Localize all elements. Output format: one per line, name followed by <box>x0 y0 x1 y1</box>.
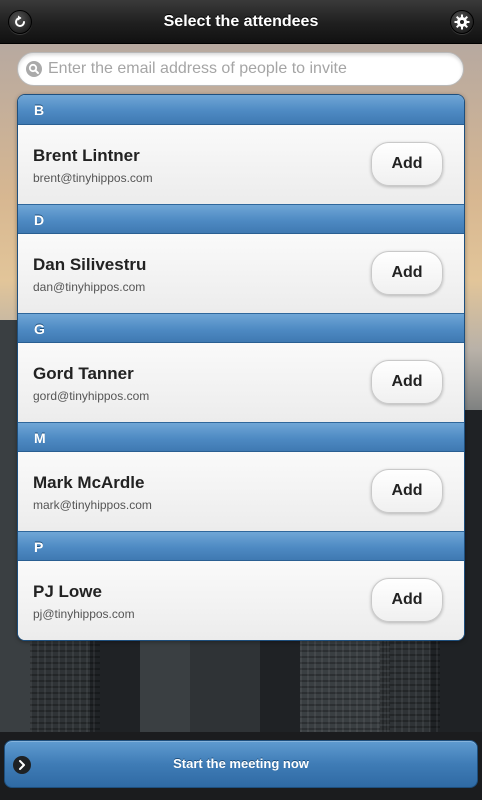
add-attendee-button[interactable]: Add <box>371 251 443 295</box>
attendee-name: PJ Lowe <box>33 582 102 601</box>
list-item: PJ Lowe pj@tinyhippos.com Add <box>18 561 464 640</box>
start-meeting-label: Start the meeting now <box>173 756 309 771</box>
gear-icon <box>454 14 470 30</box>
add-attendee-button[interactable]: Add <box>371 578 443 622</box>
app-screen: Select the attendees Enter the email add… <box>0 0 482 800</box>
add-attendee-button[interactable]: Add <box>371 142 443 186</box>
attendee-name: Brent Lintner <box>33 146 140 165</box>
search-bar <box>17 52 464 86</box>
attendee-name: Gord Tanner <box>33 364 134 383</box>
top-toolbar: Select the attendees <box>0 0 482 44</box>
list-divider-g: G <box>18 313 464 343</box>
search-icon <box>26 61 42 77</box>
add-attendee-button[interactable]: Add <box>371 469 443 513</box>
attendee-email: brent@tinyhippos.com <box>33 171 153 185</box>
list-item: Gord Tanner gord@tinyhippos.com Add <box>18 343 464 422</box>
list-item: Brent Lintner brent@tinyhippos.com Add <box>18 125 464 204</box>
settings-button[interactable] <box>450 10 474 34</box>
attendee-list: B Brent Lintner brent@tinyhippos.com Add… <box>17 94 465 641</box>
list-divider-b: B <box>18 95 464 125</box>
chevron-right-icon <box>13 756 31 774</box>
attendee-email: dan@tinyhippos.com <box>33 280 146 294</box>
list-divider-m: M <box>18 422 464 452</box>
start-meeting-button[interactable]: Start the meeting now <box>4 740 478 788</box>
attendee-email: pj@tinyhippos.com <box>33 607 135 621</box>
list-item: Dan Silivestru dan@tinyhippos.com Add <box>18 234 464 313</box>
attendee-name: Dan Silivestru <box>33 255 147 274</box>
page-title: Select the attendees <box>163 13 319 30</box>
attendee-email: mark@tinyhippos.com <box>33 498 152 512</box>
attendee-name: Mark McArdle <box>33 473 145 492</box>
bottom-toolbar: Start the meeting now <box>0 732 482 800</box>
list-divider-p: P <box>18 531 464 561</box>
attendee-email: gord@tinyhippos.com <box>33 389 150 403</box>
list-divider-d: D <box>18 204 464 234</box>
list-item: Mark McArdle mark@tinyhippos.com Add <box>18 452 464 531</box>
add-attendee-button[interactable]: Add <box>371 360 443 404</box>
invite-email-input[interactable] <box>48 53 453 85</box>
